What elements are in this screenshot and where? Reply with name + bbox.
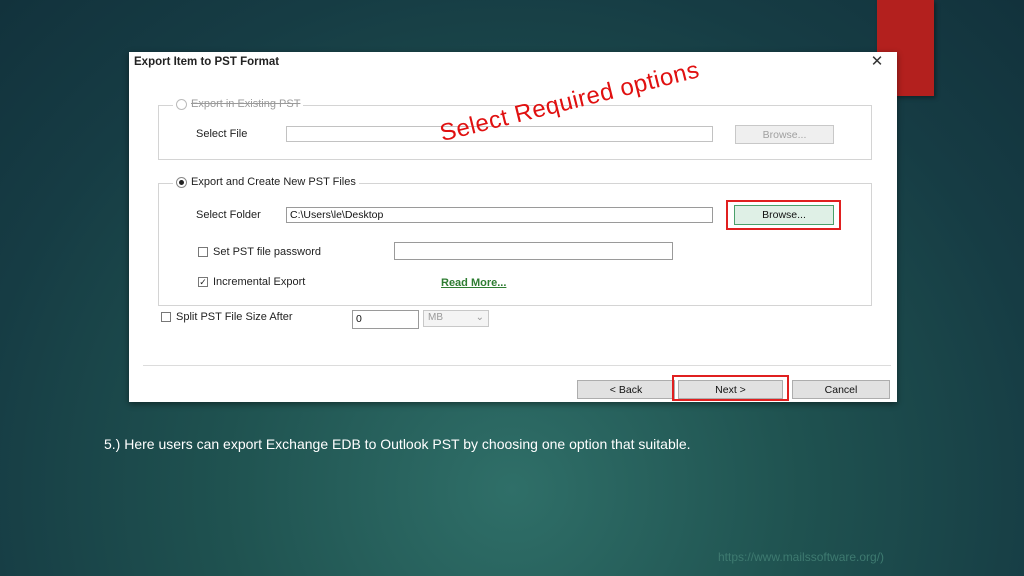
footer-url[interactable]: https://www.mailssoftware.org/) (718, 550, 884, 564)
existing-pst-label: Export in Existing PST (191, 98, 301, 110)
split-size-input[interactable]: 0 (352, 310, 419, 329)
close-icon[interactable]: ✕ (869, 54, 885, 70)
chevron-down-icon: ⌄ (475, 312, 484, 323)
split-unit-select[interactable]: MB ⌄ (423, 310, 489, 327)
new-pst-label: Export and Create New PST Files (191, 176, 356, 188)
slide-caption: 5.) Here users can export Exchange EDB t… (104, 436, 691, 452)
select-folder-input[interactable]: C:\Users\le\Desktop (286, 207, 713, 223)
new-pst-radio[interactable] (176, 176, 187, 188)
incremental-label: Incremental Export (213, 276, 306, 288)
password-option[interactable]: Set PST file password (198, 246, 321, 258)
incremental-checkbox[interactable]: ✓ (198, 277, 208, 287)
split-checkbox[interactable] (161, 312, 171, 322)
new-pst-option[interactable]: Export and Create New PST Files (173, 176, 359, 188)
incremental-option[interactable]: ✓ Incremental Export (198, 276, 305, 288)
password-input[interactable] (394, 242, 673, 260)
existing-pst-option[interactable]: Export in Existing PST (173, 98, 304, 110)
select-file-label: Select File (196, 128, 248, 140)
split-option[interactable]: Split PST File Size After (161, 311, 293, 323)
cancel-button[interactable]: Cancel (792, 380, 890, 399)
export-dialog: Export Item to PST Format ✕ Export in Ex… (129, 52, 897, 402)
next-highlight-box (672, 375, 789, 401)
existing-pst-radio[interactable] (176, 98, 187, 110)
read-more-link[interactable]: Read More... (441, 277, 506, 289)
dialog-title: Export Item to PST Format (134, 56, 280, 68)
back-button[interactable]: < Back (577, 380, 675, 399)
split-label: Split PST File Size After (176, 311, 293, 323)
existing-browse-button[interactable]: Browse... (735, 125, 834, 144)
footer-divider (143, 365, 891, 366)
select-folder-label: Select Folder (196, 209, 261, 221)
split-unit-value: MB (428, 312, 443, 323)
password-label: Set PST file password (213, 246, 322, 258)
browse-highlight-box (726, 200, 841, 230)
password-checkbox[interactable] (198, 247, 208, 257)
